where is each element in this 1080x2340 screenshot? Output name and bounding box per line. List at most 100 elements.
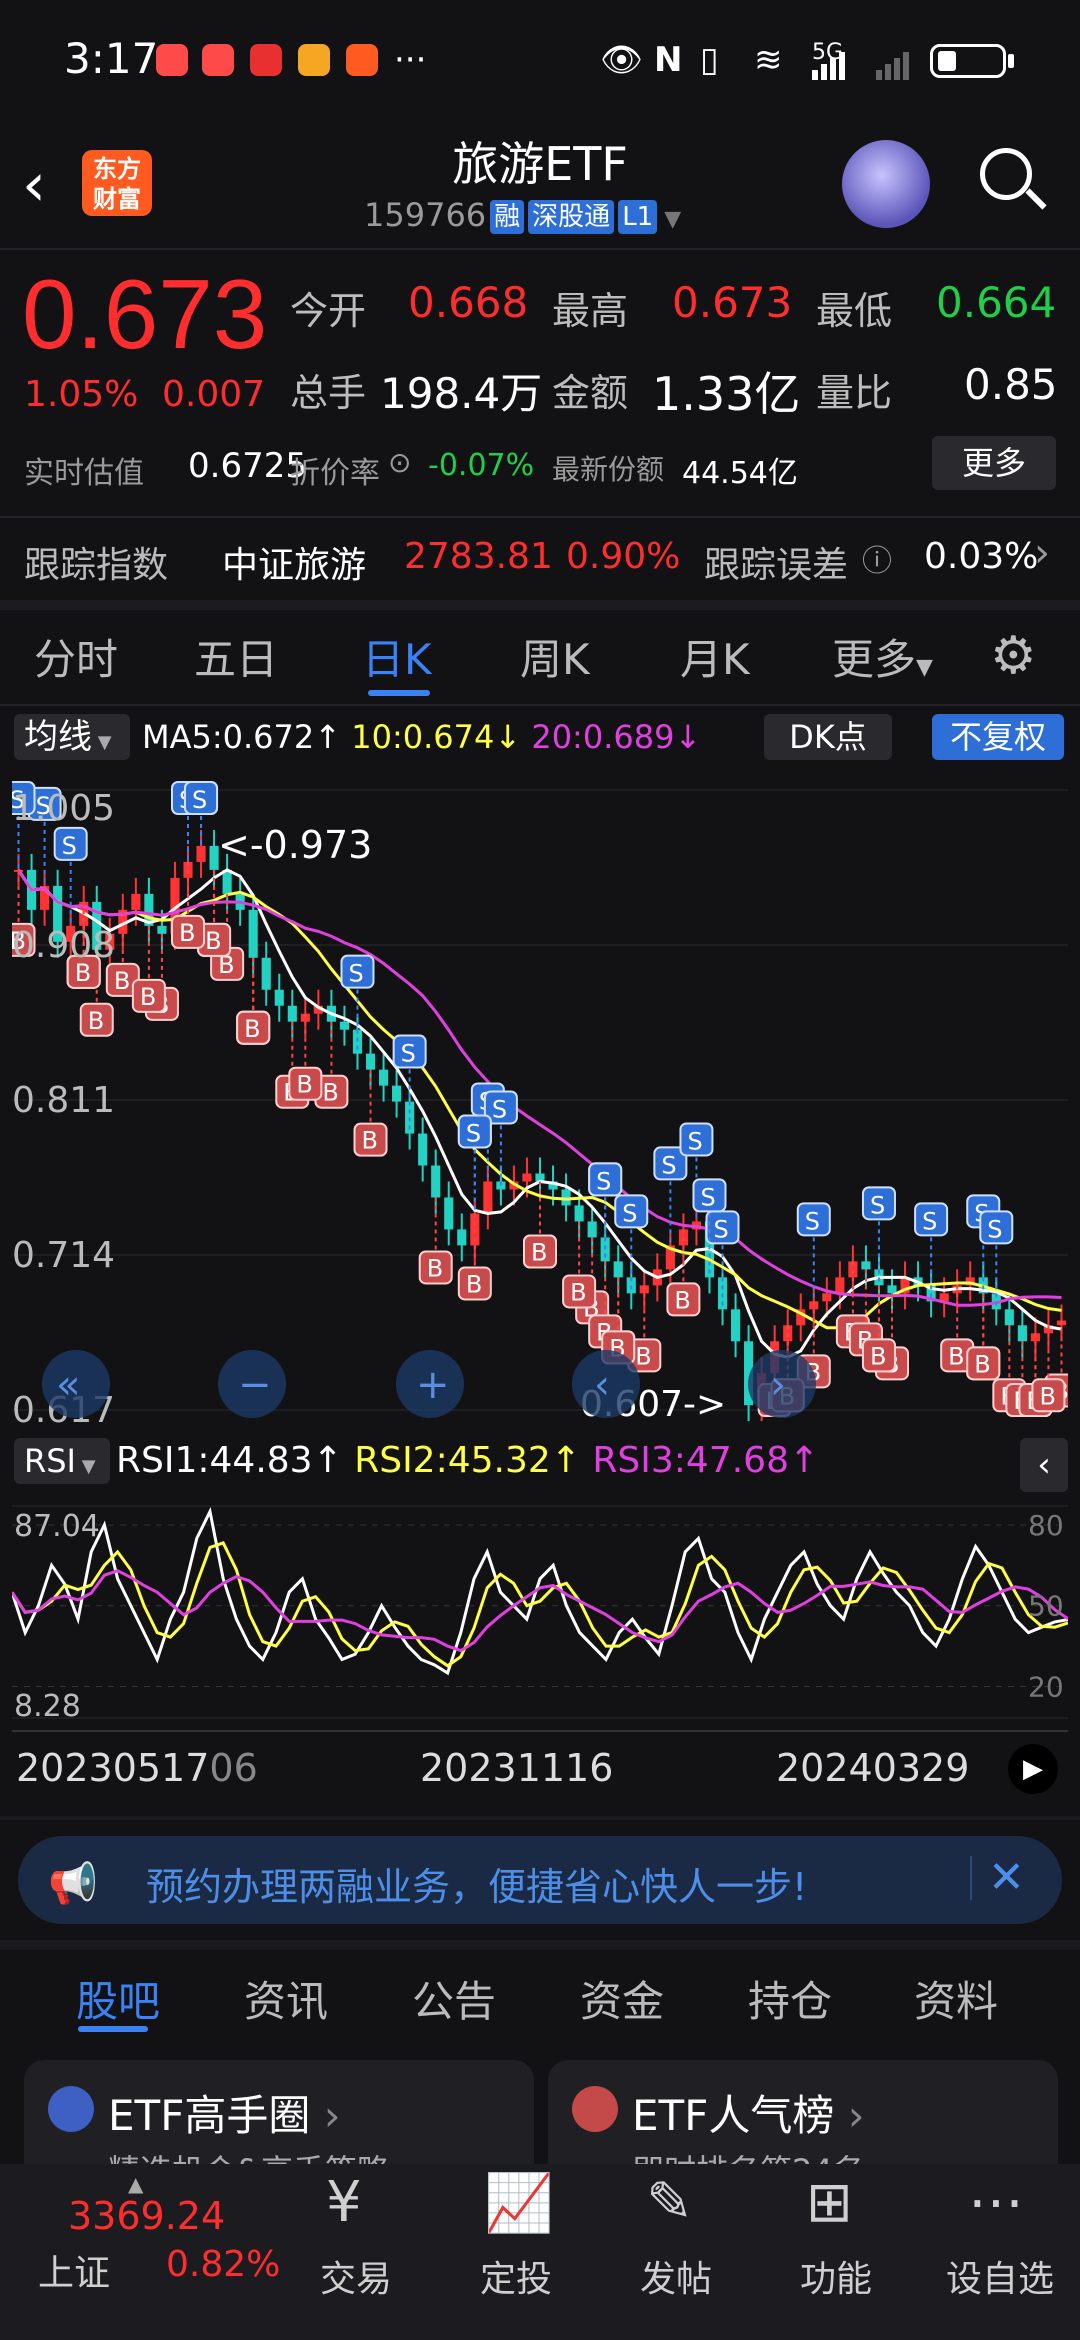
date-label: 2023051706 <box>16 1746 258 1790</box>
expand-up-icon: ▲ <box>128 2172 144 2196</box>
nfc-icon: N <box>654 40 683 80</box>
buy-signal-letter: B <box>1039 1382 1055 1410</box>
candle <box>887 1285 897 1294</box>
nav-invest[interactable]: 定投 <box>480 2250 552 2302</box>
trade-icon[interactable]: ¥ <box>326 2170 362 2235</box>
buy-signal-letter: B <box>974 1350 990 1378</box>
candle <box>730 1309 741 1342</box>
candle <box>274 989 284 1006</box>
buy-signal-letter: B <box>88 1007 104 1035</box>
date-label: 20231116 <box>420 1746 614 1790</box>
buy-signal-letter: B <box>244 1015 260 1043</box>
assistant-robot-icon[interactable] <box>842 140 930 228</box>
code-row[interactable]: 159766 融深股通 L1 ▼ <box>364 196 681 234</box>
tab-daily-k[interactable]: 日K <box>362 626 432 687</box>
status-time: 3:17 <box>64 34 159 83</box>
ma-values: MA5:0.672↑ 10:0.674↓ 20:0.689↓ <box>142 718 701 756</box>
tab-intraday[interactable]: 分时 <box>34 626 118 687</box>
tab-five-day[interactable]: 五日 <box>194 626 278 687</box>
change-amount: 0.007 <box>162 374 266 415</box>
high-value: 0.673 <box>672 278 793 327</box>
card-title-text: ETF人气榜 <box>632 2091 835 2140</box>
kline-chart[interactable]: SSSSSSSSSSSSSSSSSSSSSSSSBBBBBBBBBBBBBBBB… <box>12 770 1068 1430</box>
candle <box>365 1053 376 1070</box>
eye-icon: 👁 <box>600 40 644 80</box>
amount-value: 1.33亿 <box>652 367 801 421</box>
date-label-text: 20230517 <box>16 1746 210 1790</box>
y-tick-label: 1.005 <box>12 788 115 829</box>
more-button[interactable]: 更多 <box>932 436 1056 490</box>
y-tick-label: 0.714 <box>12 1235 115 1276</box>
chevron-right-icon: › <box>834 2091 865 2140</box>
tab-announcements[interactable]: 公告 <box>412 1968 496 2029</box>
sell-signal-letter: S <box>348 960 363 988</box>
tab-profile[interactable]: 资料 <box>914 1968 998 2029</box>
tab-holdings[interactable]: 持仓 <box>748 1968 832 2029</box>
gear-icon[interactable]: ⚙ <box>990 626 1037 686</box>
change-percent: 1.05% <box>24 374 139 415</box>
tab-guba[interactable]: 股吧 <box>76 1968 160 2029</box>
nav-post[interactable]: 发帖 <box>640 2250 712 2302</box>
battery-tip <box>1008 54 1014 68</box>
tracking-index-name[interactable]: 中证旅游 <box>222 536 366 588</box>
low-label: 最低 <box>816 289 893 333</box>
buy-signal-letter: B <box>140 983 156 1011</box>
app-notification-icon <box>346 44 378 76</box>
high-annotation: <-0.973 <box>218 823 372 867</box>
candle <box>392 1085 402 1102</box>
dropdown-icon: ▼ <box>657 207 682 232</box>
buy-signal-letter: B <box>362 1127 378 1155</box>
rsi-chart[interactable]: 87.04 8.28 80 50 20 <box>12 1496 1068 1728</box>
tab-monthly-k[interactable]: 月K <box>680 626 750 687</box>
sh-index-value[interactable]: 3369.24 <box>68 2194 225 2238</box>
help-icon[interactable]: ⓘ <box>862 536 892 580</box>
info-icon[interactable]: ⊙ <box>388 446 411 479</box>
vol-ratio-value: 0.85 <box>964 360 1058 409</box>
tab-funds[interactable]: 资金 <box>580 1968 664 2029</box>
more-circle-icon[interactable]: ⋯ <box>968 2170 1024 2235</box>
candle <box>822 1293 832 1302</box>
no-adjust-button[interactable]: 不复权 <box>932 714 1064 760</box>
collapse-button[interactable]: ‹ <box>1020 1438 1068 1492</box>
card-title: ETF人气榜 › <box>632 2082 865 2143</box>
buy-signal-letter: B <box>531 1238 547 1266</box>
nav-functions[interactable]: 功能 <box>800 2250 872 2302</box>
candle <box>574 1205 584 1222</box>
ma5-value: MA5:0.672↑ <box>142 718 342 756</box>
candle <box>261 957 271 990</box>
ma20-value: 20:0.689↓ <box>531 718 702 756</box>
volume-value: 198.4万 <box>380 369 543 418</box>
open-label: 今开 <box>290 289 367 333</box>
banner-text[interactable]: 预约办理两融业务，便捷省心快人一步! <box>146 1856 807 1911</box>
chevron-right-icon: › <box>770 1362 786 1408</box>
chevron-right-icon[interactable]: › <box>1034 530 1050 576</box>
grid-icon[interactable]: ⊞ <box>806 2170 853 2235</box>
indicator-select[interactable]: 均线 ▼ <box>14 714 130 760</box>
sell-signal-letter: S <box>466 1119 481 1147</box>
close-icon[interactable]: ✕ <box>988 1852 1025 1903</box>
candle <box>378 1069 389 1086</box>
sh-index-pct: 0.82% <box>166 2244 281 2285</box>
tab-news[interactable]: 资讯 <box>244 1968 328 2029</box>
next-page-button[interactable]: ▶ <box>1008 1744 1058 1794</box>
tab-more[interactable]: 更多▼ <box>832 626 933 687</box>
dk-point-button[interactable]: DK点 <box>764 714 892 760</box>
candle <box>861 1261 871 1270</box>
nav-add-favorite[interactable]: 设自选 <box>946 2250 1054 2302</box>
tab-weekly-k[interactable]: 周K <box>520 626 590 687</box>
rsi-values: RSI1:44.83↑ RSI2:45.32↑ RSI3:47.68↑ <box>116 1440 819 1481</box>
nav-trade[interactable]: 交易 <box>320 2250 392 2302</box>
current-price: 0.673 <box>22 259 268 369</box>
chart-icon[interactable]: 📈 <box>484 2170 554 2236</box>
rsi-right-tick-label: 20 <box>1028 1670 1064 1703</box>
sub-indicator-select[interactable]: RSI ▼ <box>14 1438 110 1484</box>
tracking-error-value: 0.03% <box>924 536 1039 577</box>
sell-signal-letter: S <box>62 832 77 860</box>
divider <box>0 704 1080 706</box>
candle <box>287 1005 297 1022</box>
axis-line <box>12 1730 1068 1732</box>
sell-signal-letter: S <box>700 1183 715 1211</box>
buy-signal-letter: B <box>674 1286 690 1314</box>
edit-icon[interactable]: ✎ <box>646 2170 693 2235</box>
candle <box>522 1173 532 1182</box>
